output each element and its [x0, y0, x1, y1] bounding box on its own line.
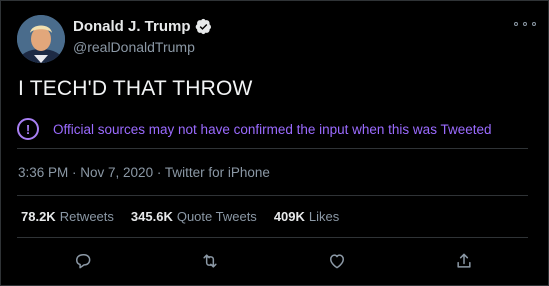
like-button[interactable]	[324, 248, 350, 274]
author-display-name[interactable]: Donald J. Trump	[73, 18, 191, 35]
heart-icon	[330, 254, 344, 269]
retweet-button[interactable]	[197, 248, 223, 274]
stat-quote-tweets[interactable]: 345.6K Quote Tweets	[131, 209, 257, 224]
reply-icon	[76, 254, 91, 269]
stat-count: 78.2K	[21, 209, 56, 224]
divider	[17, 195, 528, 196]
verified-badge-icon	[195, 18, 211, 35]
share-icon	[457, 253, 471, 268]
stat-retweets[interactable]: 78.2K Retweets	[21, 209, 114, 224]
tweet-text: I TECH'D THAT THROW	[18, 77, 253, 100]
stat-count: 409K	[273, 209, 305, 224]
divider	[17, 148, 528, 149]
stat-count: 345.6K	[130, 209, 173, 224]
stat-label: Retweets	[59, 209, 114, 224]
reply-button[interactable]	[70, 248, 96, 274]
tweet-card: Donald J. Trump @realDonaldTrump I TECH'…	[0, 0, 549, 286]
divider	[17, 237, 528, 238]
stat-likes[interactable]: 409K Likes	[274, 209, 339, 224]
action-bar	[1, 248, 549, 274]
more-options-icon[interactable]	[514, 19, 536, 29]
stat-label: Quote Tweets	[176, 209, 257, 224]
stat-label: Likes	[308, 209, 340, 224]
misinformation-notice[interactable]: ! Official sources may not have confirme…	[17, 118, 530, 140]
exclamation-icon: !	[17, 118, 39, 140]
tweet-timestamp[interactable]: 3:36 PM · Nov 7, 2020 · Twitter for iPho…	[18, 165, 270, 180]
avatar-photo	[17, 15, 65, 63]
engagement-stats: 78.2K Retweets 345.6K Quote Tweets 409K Lik…	[21, 209, 356, 224]
avatar[interactable]	[17, 15, 65, 63]
share-button[interactable]	[451, 248, 477, 274]
author-handle[interactable]: @realDonaldTrump	[73, 39, 195, 55]
retweet-icon	[203, 254, 217, 268]
author-name-row[interactable]: Donald J. Trump	[73, 18, 212, 35]
notice-text[interactable]: Official sources may not have confirmed …	[53, 122, 491, 137]
